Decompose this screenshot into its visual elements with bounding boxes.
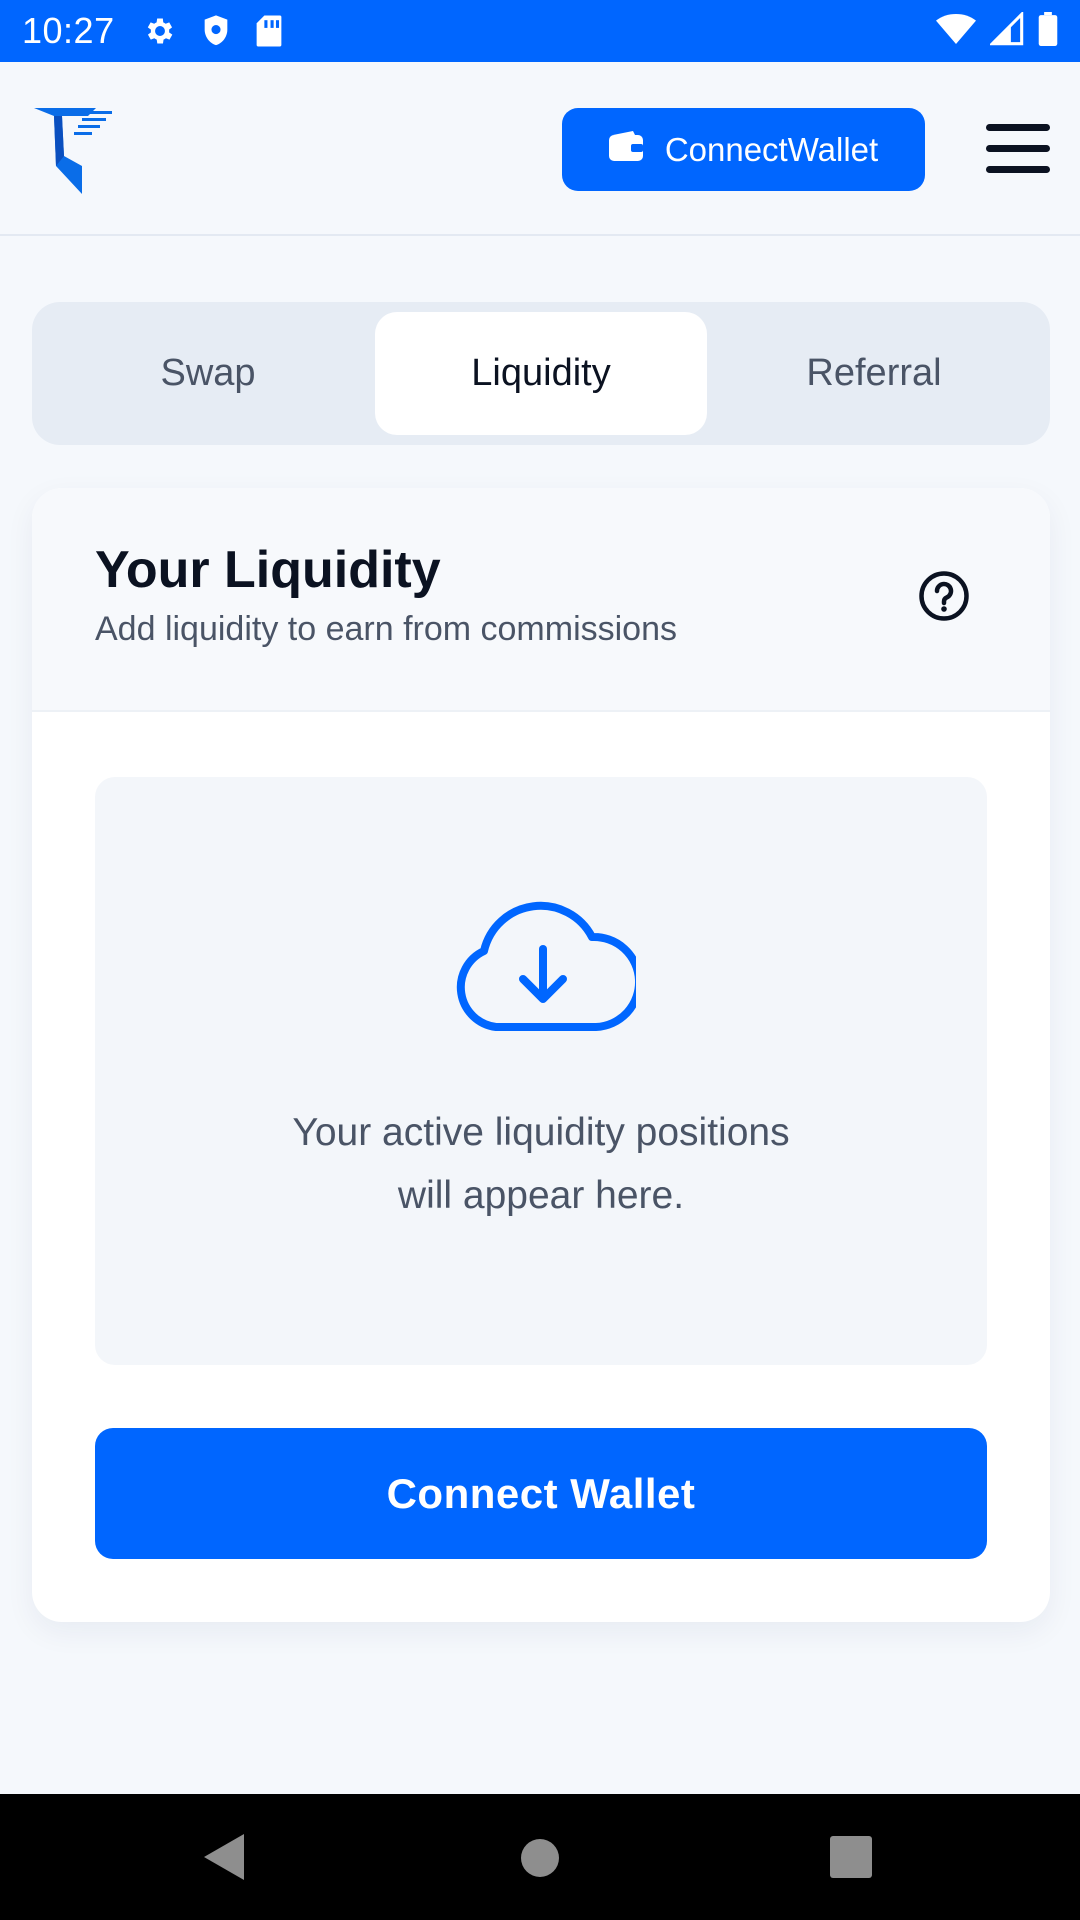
tab-bar: Swap Liquidity Referral xyxy=(32,302,1050,445)
tab-label: Referral xyxy=(806,352,942,394)
empty-state-line-2: will appear here. xyxy=(397,1174,685,1217)
tab-label: Liquidity xyxy=(471,352,611,394)
status-time: 10:27 xyxy=(22,10,115,51)
connect-wallet-label: Connect Wallet xyxy=(386,1469,696,1517)
tab-swap[interactable]: Swap xyxy=(42,312,374,435)
hamburger-menu-icon[interactable] xyxy=(986,124,1050,174)
system-nav-bar xyxy=(0,1794,1080,1920)
battery-icon xyxy=(1038,11,1058,51)
brand-logo[interactable] xyxy=(34,108,114,194)
connect-wallet-header-button[interactable]: ConnectWallet xyxy=(562,108,925,191)
liquidity-card: Your Liquidity Add liquidity to earn fro… xyxy=(32,488,1050,1622)
recents-icon[interactable] xyxy=(830,1836,872,1883)
wifi-icon xyxy=(936,13,976,50)
signal-icon xyxy=(988,10,1024,51)
app-header: ConnectWallet xyxy=(0,62,1080,236)
wallet-icon xyxy=(608,130,643,169)
empty-state-message: Your active liquidity positions will app… xyxy=(95,1101,987,1227)
gear-icon xyxy=(143,14,177,48)
card-subtitle: Add liquidity to earn from commissions xyxy=(95,610,678,648)
status-bar: 10:27 xyxy=(0,0,1080,62)
tab-label: Swap xyxy=(160,352,256,394)
tab-referral[interactable]: Referral xyxy=(708,312,1040,435)
card-title: Your Liquidity xyxy=(95,541,441,599)
card-header: Your Liquidity Add liquidity to earn fro… xyxy=(32,488,1050,712)
empty-state-line-1: Your active liquidity positions xyxy=(292,1111,790,1154)
shield-icon xyxy=(201,14,231,48)
cloud-download-icon xyxy=(450,897,643,1033)
back-icon[interactable] xyxy=(204,1834,244,1885)
home-icon[interactable] xyxy=(520,1838,560,1883)
connect-wallet-button[interactable]: Connect Wallet xyxy=(95,1428,987,1559)
tab-liquidity[interactable]: Liquidity xyxy=(375,312,707,435)
connect-wallet-header-label: ConnectWallet xyxy=(664,130,879,168)
sd-card-icon xyxy=(255,14,283,48)
empty-state: Your active liquidity positions will app… xyxy=(95,777,987,1365)
question-circle-icon[interactable] xyxy=(918,570,970,622)
